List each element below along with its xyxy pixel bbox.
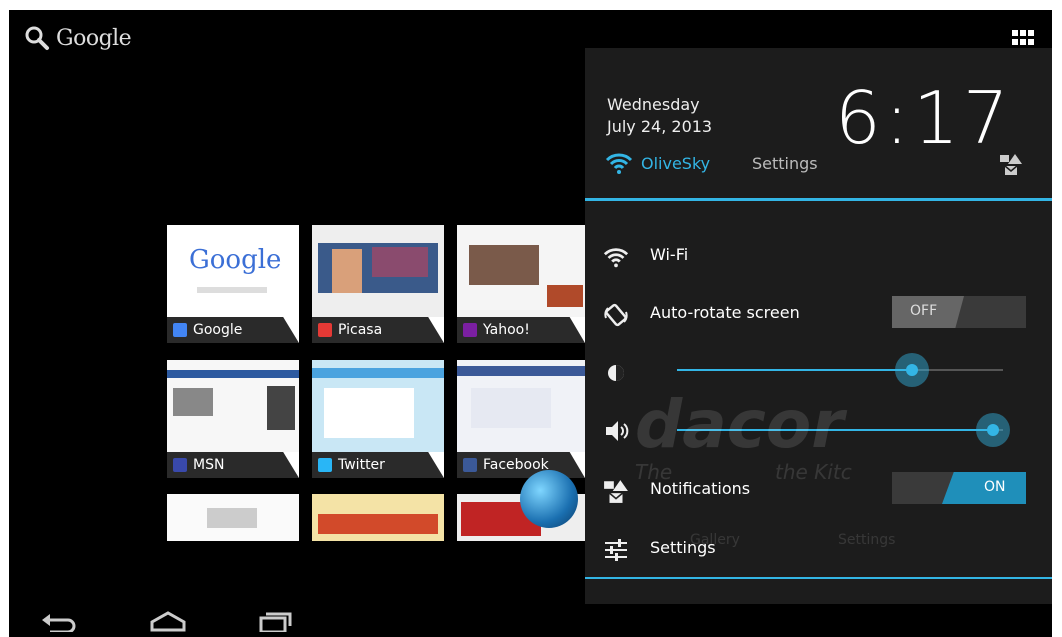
bookmark-label: Yahoo!: [483, 322, 530, 338]
volume-icon: [606, 421, 629, 441]
settings-label: Settings: [650, 538, 716, 557]
wifi-icon: [603, 248, 629, 268]
home-icon[interactable]: [148, 610, 188, 632]
google-logo: Google: [189, 245, 282, 275]
back-icon[interactable]: [40, 610, 80, 632]
frame-right: [1052, 0, 1062, 637]
row-wifi[interactable]: Wi-Fi: [585, 228, 1052, 284]
autorotate-state: OFF: [910, 303, 938, 319]
bookmark-label: Twitter: [338, 457, 385, 473]
bookmark-partial-2[interactable]: [312, 494, 444, 541]
search-label: Google: [56, 25, 132, 51]
brightness-knob[interactable]: [894, 353, 929, 387]
msn-favicon-icon: [173, 458, 187, 472]
yahoo-favicon-icon: [463, 323, 477, 337]
rotate-icon: [604, 303, 628, 327]
bookmark-picasa[interactable]: Picasa: [312, 225, 444, 343]
picasa-favicon-icon: [318, 323, 332, 337]
bookmark-google[interactable]: Google Google: [167, 225, 299, 343]
bookmark-label: Google: [193, 322, 243, 338]
panel-header: Wednesday July 24, 2013 6:17 OliveSky Se…: [585, 48, 1052, 201]
settings-sliders-icon: [605, 539, 627, 561]
panel-bottom-divider: [585, 577, 1052, 579]
bookmark-label: Picasa: [338, 322, 383, 338]
google-search[interactable]: Google: [24, 25, 132, 51]
brightness-fill: [677, 369, 912, 371]
search-icon: [25, 26, 49, 50]
network-name: OliveSky: [641, 153, 711, 173]
notifications-state: ON: [984, 479, 1006, 495]
wifi-network[interactable]: OliveSky: [605, 152, 710, 174]
autorotate-toggle[interactable]: OFF: [892, 296, 1026, 328]
bookmark-facebook[interactable]: Facebook: [457, 360, 585, 478]
clock: 6:17: [835, 76, 1013, 160]
row-settings[interactable]: Settings: [585, 521, 1052, 577]
date-full: July 24, 2013: [607, 117, 713, 136]
settings-link[interactable]: Settings: [752, 154, 818, 173]
notification-icon: [604, 480, 628, 503]
browser-globe-icon[interactable]: [520, 470, 578, 528]
brightness-icon: [608, 365, 624, 381]
facebook-favicon-icon: [463, 458, 477, 472]
bookmark-yahoo[interactable]: Yahoo!: [457, 225, 585, 343]
row-notifications: Notifications ON: [585, 462, 1052, 518]
quick-settings-panel: Wednesday July 24, 2013 6:17 OliveSky Se…: [585, 48, 1052, 604]
bookmark-partial-1[interactable]: [167, 494, 299, 541]
wifi-label: Wi-Fi: [650, 245, 689, 264]
google-favicon-icon: [173, 323, 187, 337]
twitter-favicon-icon: [318, 458, 332, 472]
date-day: Wednesday: [607, 95, 700, 114]
apps-grid-icon[interactable]: [1012, 30, 1034, 46]
bookmark-msn[interactable]: MSN: [167, 360, 299, 478]
recents-icon[interactable]: [255, 610, 295, 632]
background-logo: dacor: [635, 386, 844, 463]
volume-knob[interactable]: [976, 413, 1011, 447]
wifi-icon: [605, 153, 633, 174]
notifications-label: Notifications: [650, 479, 751, 498]
frame-left: [0, 0, 9, 637]
frame-top: [0, 0, 1062, 10]
notifications-toggle[interactable]: ON: [892, 472, 1026, 504]
autorotate-label: Auto-rotate screen: [650, 303, 800, 322]
bookmark-twitter[interactable]: Twitter: [312, 360, 444, 478]
bookmark-label: MSN: [193, 457, 225, 473]
notification-icon[interactable]: [999, 152, 1023, 176]
row-autorotate: Auto-rotate screen OFF: [585, 286, 1052, 342]
